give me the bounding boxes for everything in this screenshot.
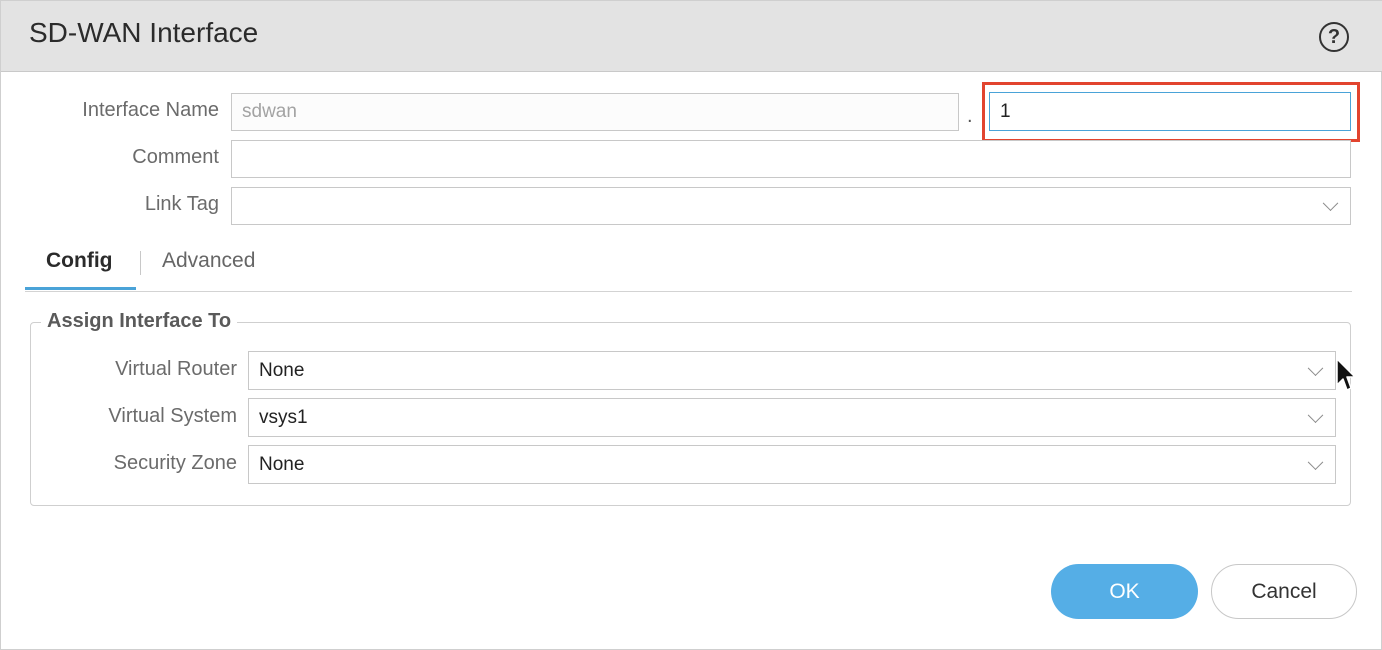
interface-name-prefix-field: sdwan bbox=[231, 93, 959, 131]
interface-name-label: Interface Name bbox=[82, 99, 219, 121]
security-zone-label: Security Zone bbox=[113, 452, 237, 474]
interface-name-suffix-value: 1 bbox=[1000, 100, 1011, 122]
security-zone-select[interactable]: None bbox=[248, 445, 1336, 484]
mouse-cursor-icon bbox=[1336, 358, 1356, 391]
interface-name-prefix-value: sdwan bbox=[242, 101, 297, 122]
link-tag-label: Link Tag bbox=[144, 193, 219, 215]
sd-wan-interface-dialog: SD-WAN Interface ? Interface Name sdwan … bbox=[0, 0, 1382, 650]
tab-config[interactable]: Config bbox=[46, 249, 112, 273]
comment-input[interactable] bbox=[231, 140, 1351, 178]
chevron-down-icon bbox=[1307, 453, 1324, 470]
chevron-down-icon bbox=[1322, 195, 1339, 212]
interface-name-suffix-input[interactable]: 1 bbox=[989, 92, 1351, 131]
virtual-router-label: Virtual Router bbox=[115, 358, 237, 380]
chevron-down-icon bbox=[1307, 359, 1324, 376]
dialog-titlebar: SD-WAN Interface ? bbox=[1, 1, 1382, 72]
virtual-system-select[interactable]: vsys1 bbox=[248, 398, 1336, 437]
virtual-system-value: vsys1 bbox=[259, 406, 308, 428]
ok-button[interactable]: OK bbox=[1051, 564, 1198, 619]
tabs-divider bbox=[25, 291, 1352, 292]
virtual-router-value: None bbox=[259, 359, 305, 381]
interface-name-separator: . bbox=[967, 105, 973, 127]
security-zone-value: None bbox=[259, 453, 305, 475]
tab-active-indicator bbox=[25, 287, 136, 290]
virtual-router-select[interactable]: None bbox=[248, 351, 1336, 390]
chevron-down-icon bbox=[1307, 406, 1324, 423]
tab-advanced[interactable]: Advanced bbox=[162, 249, 255, 273]
tab-separator bbox=[140, 251, 141, 275]
help-icon[interactable]: ? bbox=[1319, 22, 1349, 52]
link-tag-select[interactable] bbox=[231, 187, 1351, 225]
dialog-title: SD-WAN Interface bbox=[29, 17, 259, 48]
comment-label: Comment bbox=[132, 146, 219, 168]
virtual-system-label: Virtual System bbox=[108, 405, 237, 427]
cancel-button[interactable]: Cancel bbox=[1211, 564, 1357, 619]
assign-interface-title: Assign Interface To bbox=[41, 310, 238, 333]
